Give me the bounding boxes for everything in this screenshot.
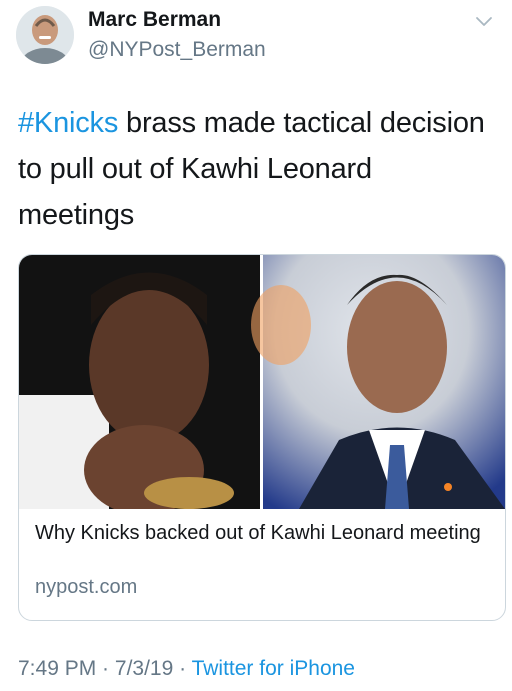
tweet-source-link[interactable]: Twitter for iPhone (192, 657, 355, 680)
tweet-meta: 7:49 PM · 7/3/19 · Twitter for iPhone (18, 657, 355, 681)
author-name[interactable]: Marc Berman (88, 8, 221, 32)
tweet-text: #Knicks brass made tactical decision to … (18, 100, 494, 238)
card-title[interactable]: Why Knicks backed out of Kawhi Leonard m… (35, 521, 485, 546)
card-domain: nypost.com (35, 576, 138, 598)
chevron-down-icon[interactable] (474, 14, 494, 28)
card-image (19, 255, 505, 509)
avatar[interactable] (16, 6, 74, 64)
author-handle[interactable]: @NYPost_Berman (88, 38, 266, 62)
meta-separator: · (173, 657, 192, 680)
link-card[interactable]: Why Knicks backed out of Kawhi Leonard m… (18, 254, 506, 621)
avatar-photo-icon (16, 6, 74, 64)
tweet-date: 7/3/19 (114, 657, 174, 680)
tweet-time: 7:49 PM (18, 657, 97, 680)
hashtag-link[interactable]: #Knicks (18, 107, 118, 139)
meta-separator: · (96, 657, 115, 680)
